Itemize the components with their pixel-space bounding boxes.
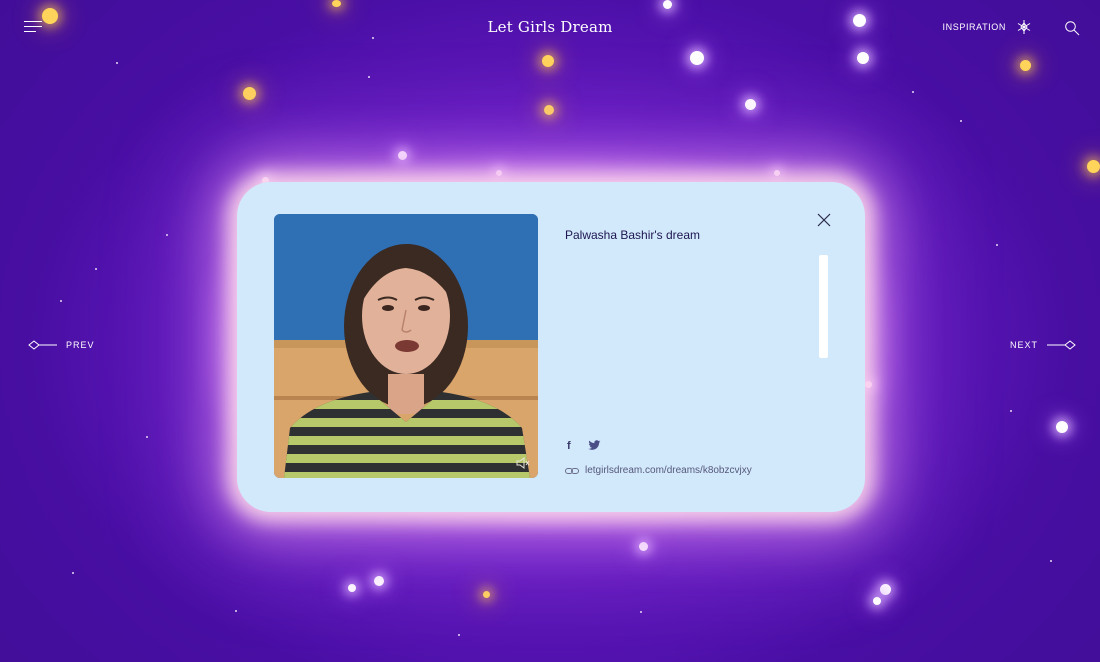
star-dot xyxy=(166,234,168,236)
star-gold xyxy=(542,55,554,67)
dream-share-link[interactable]: letgirlsdream.com/dreams/k8obzcvjxy xyxy=(585,465,752,476)
star-bright xyxy=(857,52,869,64)
star-dot xyxy=(1010,410,1012,412)
star-dot xyxy=(146,436,148,438)
dream-card: Palwasha Bashir's dream f letgirlsdream.… xyxy=(237,182,865,512)
prev-label: PREV xyxy=(66,340,95,350)
star-bright xyxy=(1056,421,1068,433)
star-bright xyxy=(639,542,648,551)
next-button[interactable]: NEXT xyxy=(1010,339,1076,351)
star-bright xyxy=(880,584,891,595)
link-icon xyxy=(565,468,579,474)
star-dot xyxy=(996,244,998,246)
star-dot xyxy=(960,120,962,122)
star-bright xyxy=(663,0,672,9)
star-dot xyxy=(116,62,118,64)
site-title[interactable]: Let Girls Dream xyxy=(0,18,1100,36)
star-dot xyxy=(1050,560,1052,562)
star-bright xyxy=(873,597,881,605)
star-dot xyxy=(372,37,374,39)
star-bright xyxy=(374,576,384,586)
star-gold xyxy=(544,105,554,115)
star-dot xyxy=(368,76,370,78)
star-bright xyxy=(348,584,356,592)
star-dot xyxy=(640,611,642,613)
star-burst-icon[interactable] xyxy=(1016,19,1032,35)
star-dot xyxy=(912,91,914,93)
video-still xyxy=(274,214,538,478)
star-gold xyxy=(483,591,490,598)
arrow-right-icon xyxy=(1047,340,1076,350)
text-scrollbar[interactable] xyxy=(819,255,828,358)
star-dot xyxy=(72,572,74,574)
star-gold xyxy=(1087,160,1100,173)
star-dot xyxy=(235,610,237,612)
close-icon[interactable] xyxy=(817,213,831,227)
star-gold xyxy=(1020,60,1031,71)
facebook-icon[interactable]: f xyxy=(567,440,571,452)
prev-button[interactable]: PREV xyxy=(28,339,95,351)
star-dot xyxy=(458,634,460,636)
star-gold xyxy=(243,87,256,100)
inspiration-link[interactable]: INSPIRATION xyxy=(943,22,1006,32)
twitter-icon[interactable] xyxy=(588,440,601,451)
star-bright xyxy=(690,51,704,65)
star-gold xyxy=(332,0,341,7)
mute-icon[interactable] xyxy=(516,456,530,470)
star-bright xyxy=(745,99,756,110)
next-label: NEXT xyxy=(1009,340,1038,350)
dream-video[interactable] xyxy=(274,214,538,478)
search-icon[interactable] xyxy=(1064,20,1080,36)
star-dot xyxy=(95,268,97,270)
dream-title: Palwasha Bashir's dream xyxy=(565,228,701,242)
star-dot xyxy=(60,300,62,302)
arrow-left-icon xyxy=(28,340,57,350)
